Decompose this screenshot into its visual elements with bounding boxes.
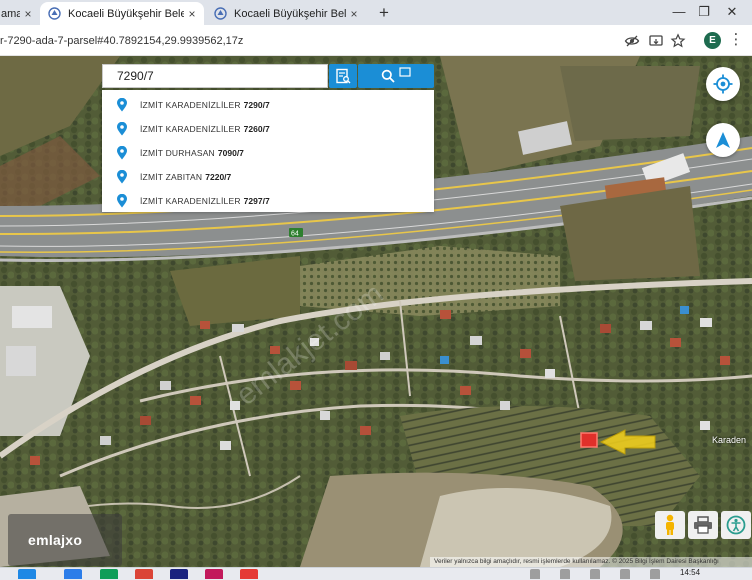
result-location: İZMİT DURHASAN xyxy=(140,148,215,158)
map-attribution: Veriler yalnızca bilgi amaçlıdır, resmi … xyxy=(430,557,752,567)
profile-avatar[interactable]: E xyxy=(704,32,721,49)
my-location-button[interactable] xyxy=(706,67,740,101)
accessibility-icon xyxy=(726,515,746,535)
search-result-item[interactable]: İZMİT ZABITAN 7220/7 xyxy=(102,165,434,189)
municipality-logo-icon xyxy=(48,7,61,20)
result-parcel: 7220/7 xyxy=(205,172,232,182)
result-location: İZMİT KARADENİZLİLER xyxy=(140,100,241,110)
tab-strip: ama × Kocaeli Büyükşehir Belediyesi - × … xyxy=(0,0,752,25)
taskbar-app-icon[interactable] xyxy=(100,569,118,579)
close-icon[interactable]: × xyxy=(184,7,200,21)
parcel-query-button[interactable] xyxy=(329,64,357,88)
minimize-button[interactable]: — xyxy=(667,1,691,23)
tab-title: ama xyxy=(1,7,20,20)
close-icon[interactable]: × xyxy=(20,7,36,21)
address-bar[interactable]: r-7290-ada-7-parsel#40.7892154,29.993956… xyxy=(0,30,610,51)
printer-icon xyxy=(694,516,712,534)
tray-icon[interactable] xyxy=(560,569,570,579)
result-location: İZMİT KARADENİZLİLER xyxy=(140,124,241,134)
install-app-icon[interactable] xyxy=(648,33,664,49)
search-result-item[interactable]: İZMİT DURHASAN 7090/7 xyxy=(102,141,434,165)
os-taskbar: 14:54 xyxy=(0,567,752,580)
tray-icon[interactable] xyxy=(650,569,660,579)
result-parcel: 7290/7 xyxy=(243,100,270,110)
brand-watermark: emlajxo xyxy=(8,514,122,566)
municipality-logo-icon xyxy=(214,7,227,20)
search-icon xyxy=(381,69,395,83)
place-label: Karaden xyxy=(712,435,747,445)
search-result-item[interactable]: İZMİT KARADENİZLİLER 7260/7 xyxy=(102,117,434,141)
maximize-button[interactable]: ❐ xyxy=(692,1,716,23)
taskbar-app-icon[interactable] xyxy=(170,569,188,579)
crosshair-icon xyxy=(713,74,733,94)
map-pin-icon xyxy=(117,122,127,136)
print-button[interactable] xyxy=(688,511,718,539)
search-result-item[interactable]: İZMİT KARADENİZLİLER 7297/7 xyxy=(102,189,434,213)
tab-inactive[interactable]: Kocaeli Büyükşehir Belediyesi - × xyxy=(206,2,366,25)
pegman-icon xyxy=(666,514,674,535)
street-view-button[interactable] xyxy=(655,511,685,539)
result-location: İZMİT KARADENİZLİLER xyxy=(140,196,241,206)
result-parcel: 7260/7 xyxy=(243,124,270,134)
browser-menu-button[interactable]: ⋮ xyxy=(728,31,744,49)
new-tab-button[interactable]: + xyxy=(374,3,394,23)
watermark-brand: emlajxo xyxy=(28,532,83,548)
taskbar-app-icon[interactable] xyxy=(64,569,82,579)
taskbar-app-icon[interactable] xyxy=(18,569,36,579)
search-results-list: İZMİT KARADENİZLİLER 7290/7 İZMİT KARADE… xyxy=(102,90,434,212)
accessibility-button[interactable] xyxy=(721,511,751,539)
compass-button[interactable] xyxy=(706,123,740,157)
tray-icon[interactable] xyxy=(620,569,630,579)
screen: ama × Kocaeli Büyükşehir Belediyesi - × … xyxy=(0,0,752,580)
result-parcel: 7090/7 xyxy=(217,148,244,158)
bookmark-star-icon[interactable] xyxy=(670,33,686,49)
result-parcel: 7297/7 xyxy=(243,196,270,206)
taskbar-clock: 14:54 xyxy=(680,568,701,577)
map-pin-icon xyxy=(117,194,127,208)
search-result-item[interactable]: İZMİT KARADENİZLİLER 7290/7 xyxy=(102,93,434,117)
map-pin-icon xyxy=(117,170,127,184)
road-number-label: 64 xyxy=(291,231,299,238)
tab-title: Kocaeli Büyükşehir Belediyesi - xyxy=(68,7,184,20)
close-icon[interactable]: × xyxy=(346,7,362,21)
eye-slash-icon[interactable] xyxy=(624,33,640,49)
tab-title: Kocaeli Büyükşehir Belediyesi - xyxy=(234,7,346,20)
tray-icon[interactable] xyxy=(590,569,600,579)
browser-toolbar: r-7290-ada-7-parsel#40.7892154,29.993956… xyxy=(0,25,752,56)
document-search-icon xyxy=(336,68,351,84)
taskbar-app-icon[interactable] xyxy=(205,569,223,579)
search-button[interactable] xyxy=(358,64,434,88)
taskbar-app-icon[interactable] xyxy=(240,569,258,579)
tab-partial[interactable]: ama × xyxy=(0,2,40,25)
tray-icon[interactable] xyxy=(530,569,540,579)
result-location: İZMİT ZABITAN xyxy=(140,172,203,182)
window-icon xyxy=(399,67,411,77)
parcel-search-input[interactable]: 7290/7 xyxy=(102,64,328,88)
close-window-button[interactable]: ✕ xyxy=(720,1,744,23)
parcel-marker[interactable] xyxy=(580,432,598,448)
map-pin-icon xyxy=(117,98,127,112)
map-pin-icon xyxy=(117,146,127,160)
tab-active[interactable]: Kocaeli Büyükşehir Belediyesi - × xyxy=(40,2,204,25)
taskbar-app-icon[interactable] xyxy=(135,569,153,579)
north-arrow-icon xyxy=(716,132,730,148)
